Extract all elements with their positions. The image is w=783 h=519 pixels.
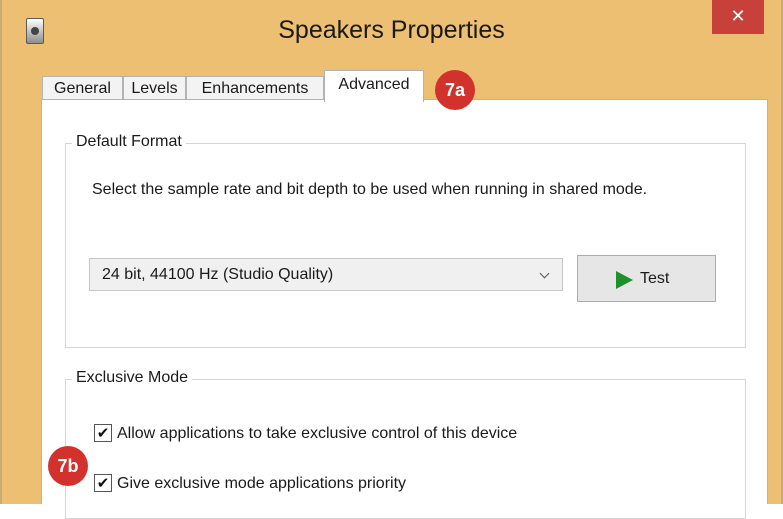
exclusive-control-label[interactable]: Allow applications to take exclusive con… <box>117 423 517 445</box>
exclusive-priority-checkbox[interactable]: ✔ <box>94 474 112 492</box>
advanced-tab-panel: Default Format Select the sample rate an… <box>41 99 768 519</box>
close-button[interactable]: ✕ <box>712 0 764 34</box>
default-format-group: Default Format <box>65 133 746 348</box>
exclusive-control-checkbox[interactable]: ✔ <box>94 424 112 442</box>
tab-enhancements[interactable]: Enhancements <box>186 76 324 100</box>
exclusive-priority-label[interactable]: Give exclusive mode applications priorit… <box>117 473 406 495</box>
tab-advanced[interactable]: Advanced <box>324 70 424 102</box>
annotation-badge-7a: 7a <box>435 70 475 110</box>
test-button-label: Test <box>640 270 670 287</box>
default-format-title: Default Format <box>72 133 186 151</box>
annotation-badge-7b: 7b <box>48 446 88 486</box>
window-title: Speakers Properties <box>278 16 505 44</box>
chevron-down-icon[interactable] <box>539 268 550 279</box>
test-button[interactable]: Test <box>577 255 716 302</box>
play-icon <box>616 271 633 289</box>
tab-levels[interactable]: Levels <box>123 76 186 100</box>
exclusive-mode-title: Exclusive Mode <box>72 369 193 387</box>
sample-rate-select[interactable]: 24 bit, 44100 Hz (Studio Quality) <box>89 258 563 291</box>
tab-general[interactable]: General <box>42 76 123 100</box>
speakers-properties-window: Speakers Properties ✕ General Levels Enh… <box>0 0 783 519</box>
default-format-description: Select the sample rate and bit depth to … <box>92 181 648 198</box>
title-bar[interactable]: Speakers Properties ✕ <box>2 0 781 66</box>
selected-format-value: 24 bit, 44100 Hz (Studio Quality) <box>102 266 334 283</box>
exclusive-mode-group: Exclusive Mode <box>65 369 746 519</box>
